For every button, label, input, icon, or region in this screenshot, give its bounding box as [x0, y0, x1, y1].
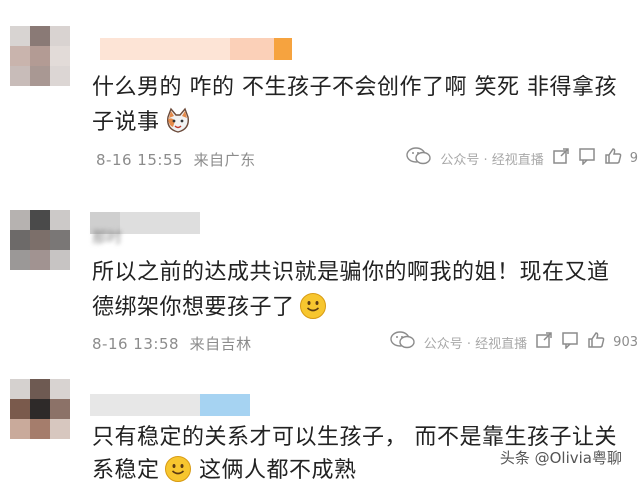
username-blurred[interactable]	[100, 38, 292, 60]
comment-icon[interactable]	[578, 147, 596, 169]
wechat-icon	[390, 330, 416, 354]
username-blurred[interactable]	[90, 394, 250, 416]
comment-actions: 公众号 · 经视直播 903	[390, 330, 640, 354]
comment-2: 那时 所以之前的达成共识就是骗你的啊我的姐！现在又道 德绑架你想要孩子了 8-1…	[0, 180, 640, 355]
like-icon[interactable]	[587, 331, 605, 353]
bottom-watermark: 头条 @Olivia粤聊	[499, 449, 622, 467]
like-icon[interactable]	[604, 147, 622, 169]
cat-face-icon	[164, 107, 192, 146]
comment-text: 所以之前的达成共识就是骗你的啊我的姐！现在又道 德绑架你想要孩子了	[92, 255, 637, 331]
avatar[interactable]	[10, 379, 70, 439]
avatar[interactable]	[10, 210, 70, 270]
avatar[interactable]	[10, 26, 70, 86]
share-icon[interactable]	[535, 331, 553, 353]
comment-actions: 公众号 · 经视直播 9	[406, 146, 640, 170]
comment-meta: 8-16 15:55 来自广东	[96, 149, 256, 170]
smile-face-icon	[299, 292, 327, 331]
comment-1: 什么男的 咋的 不生孩子不会创作了啊 笑死 非得拿孩 子说事 8-16 15:5…	[0, 0, 640, 180]
comment-date: 8-16 13:58	[92, 335, 180, 353]
watermark-text: 公众号 · 经视直播	[440, 152, 544, 168]
username-text: 那时	[92, 228, 123, 246]
watermark-text: 公众号 · 经视直播	[423, 336, 528, 352]
comment-location: 来自吉林	[189, 335, 252, 353]
comment-location: 来自广东	[193, 151, 256, 169]
smile-face-icon	[164, 455, 192, 494]
wechat-icon	[406, 146, 432, 170]
comment-date: 8-16 15:55	[96, 151, 184, 169]
comment-icon[interactable]	[561, 331, 579, 353]
comment-meta: 8-16 13:58 来自吉林	[92, 333, 252, 354]
share-icon[interactable]	[552, 147, 570, 169]
comment-text: 什么男的 咋的 不生孩子不会创作了啊 笑死 非得拿孩 子说事	[92, 70, 637, 146]
like-count: 9	[629, 150, 638, 166]
like-count: 903	[613, 334, 638, 350]
